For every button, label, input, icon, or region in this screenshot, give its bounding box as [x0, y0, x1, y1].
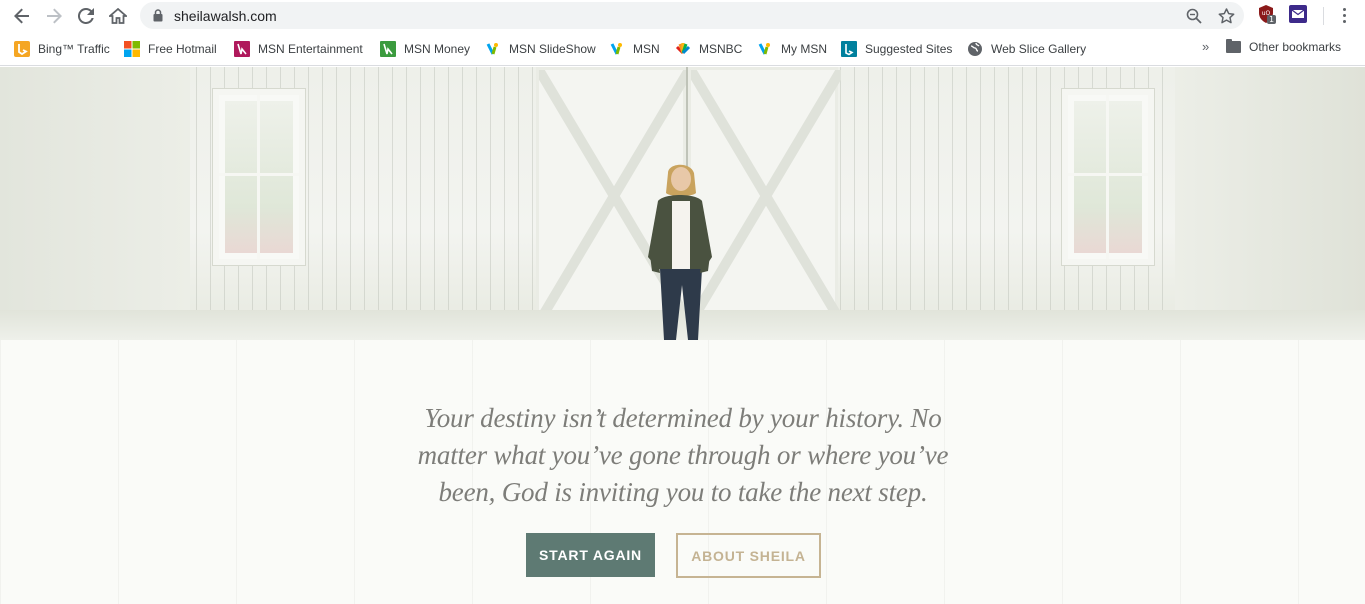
- globe-icon: [967, 41, 983, 57]
- bookmark-label: Free Hotmail: [148, 42, 217, 56]
- windows-icon: [124, 41, 140, 57]
- bookmark-label: Bing™ Traffic: [38, 42, 110, 56]
- start-again-button[interactable]: START AGAIN: [526, 533, 655, 577]
- wall-right: [1175, 67, 1365, 340]
- msn-butterfly-icon: [485, 41, 501, 57]
- bookmark-msn-slideshow[interactable]: MSN SlideShow: [485, 40, 596, 58]
- folder-icon: [1226, 39, 1241, 53]
- back-arrow-icon[interactable]: [10, 4, 34, 28]
- bookmark-label: MSN Entertainment: [258, 42, 363, 56]
- url-text[interactable]: sheilawalsh.com: [174, 8, 277, 24]
- barn-window-right: [1062, 89, 1154, 265]
- bookmark-my-msn[interactable]: My MSN: [757, 40, 827, 58]
- bookmark-msn-entertainment[interactable]: MSN Entertainment: [234, 40, 363, 58]
- msn-butterfly-icon: [609, 41, 625, 57]
- reload-icon[interactable]: [74, 4, 98, 28]
- bookmark-label: MSNBC: [699, 42, 743, 56]
- menu-dots-icon[interactable]: [1334, 5, 1354, 25]
- bookmark-suggested-sites[interactable]: Suggested Sites: [841, 40, 952, 58]
- bookmark-label: Suggested Sites: [865, 42, 953, 56]
- bookmark-label: Web Slice Gallery: [991, 42, 1087, 56]
- zoom-icon[interactable]: [1184, 6, 1204, 26]
- bookmark-label: MSN SlideShow: [509, 42, 596, 56]
- bookmark-web-slice-gallery[interactable]: Web Slice Gallery: [967, 40, 1086, 58]
- bookmark-label: My MSN: [781, 42, 827, 56]
- extension-badge: 1: [1267, 15, 1277, 24]
- bookmark-label: MSN: [633, 42, 660, 56]
- bing-b-icon: [841, 41, 857, 57]
- bookmark-msn-money[interactable]: MSN Money: [380, 40, 470, 58]
- person-figure: [640, 159, 720, 340]
- hero-image: [0, 67, 1365, 340]
- address-bar[interactable]: sheilawalsh.com: [140, 2, 1244, 29]
- lock-icon[interactable]: [153, 9, 163, 27]
- bookmark-bing-traffic[interactable]: Bing™ Traffic: [14, 40, 110, 58]
- bing-icon: [14, 41, 30, 57]
- other-bookmarks[interactable]: Other bookmarks: [1249, 40, 1341, 54]
- intro-section: Your destiny isn’t determined by your hi…: [0, 340, 1365, 604]
- bookmarks-overflow-button[interactable]: »: [1202, 39, 1209, 54]
- toolbar-divider: [1323, 7, 1324, 25]
- bookmark-msnbc[interactable]: MSNBC: [675, 40, 742, 58]
- home-icon[interactable]: [106, 4, 130, 28]
- star-icon[interactable]: [1216, 6, 1236, 26]
- barn-window-left: [213, 89, 305, 265]
- browser-toolbar: sheilawalsh.com uO 1: [0, 0, 1365, 31]
- shield-extension-icon[interactable]: uO 1: [1258, 5, 1278, 25]
- mail-extension-icon[interactable]: [1289, 5, 1309, 25]
- bookmarks-bar: Bing™ Traffic Free Hotmail MSN Entertain…: [0, 31, 1365, 66]
- bookmark-msn[interactable]: MSN: [609, 40, 660, 58]
- peacock-icon: [675, 41, 691, 57]
- msn-butterfly-icon: [757, 41, 773, 57]
- hero-quote: Your destiny isn’t determined by your hi…: [417, 403, 949, 507]
- bookmark-free-hotmail[interactable]: Free Hotmail: [124, 40, 217, 58]
- forward-arrow-icon[interactable]: [42, 4, 66, 28]
- msn-money-icon: [380, 41, 396, 57]
- msn-entertainment-icon: [234, 41, 250, 57]
- bookmark-label: MSN Money: [404, 42, 471, 56]
- wall-left: [0, 67, 190, 340]
- about-sheila-button[interactable]: ABOUT SHEILA: [676, 533, 821, 578]
